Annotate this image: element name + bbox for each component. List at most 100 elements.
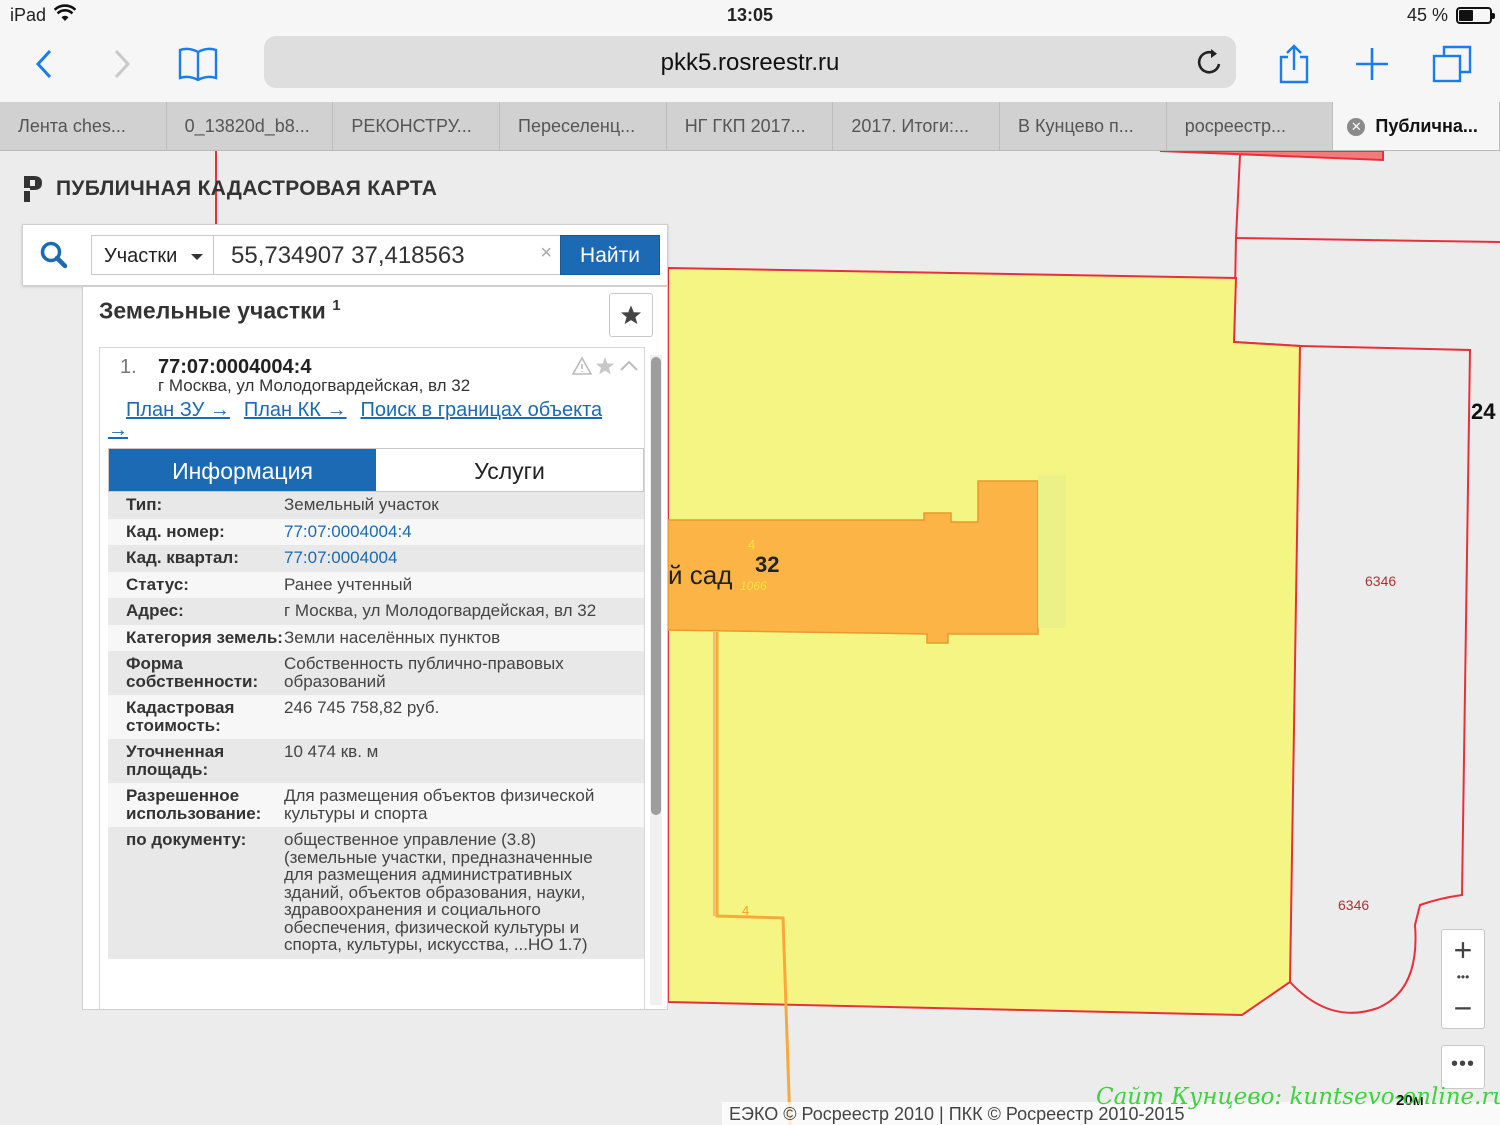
result-address: г Москва, ул Молодогвардейская, вл 32 [158,376,471,395]
tab-label: РЕКОНСТРУ... [351,116,472,136]
building-name-label: й сад [668,560,733,590]
tabs-button[interactable] [1426,38,1478,90]
info-value: Земельный участок [284,492,644,519]
tab-label: росреестр... [1184,116,1287,136]
tab-lenta[interactable]: Лента ches... [0,102,167,150]
info-key: Кад. квартал: [108,545,284,572]
search-icon[interactable] [39,240,69,270]
info-row: Уточненная площадь: 10 474 кв. м [108,739,644,783]
zoom-in-button[interactable]: + [1442,930,1484,970]
rosreestr-logo-icon [22,176,42,202]
info-key: по документу: [108,827,284,959]
info-key: Адрес: [108,598,284,625]
info-value[interactable]: 77:07:0004004:4 [284,518,644,545]
search-query: 55,734907 37,418563 [231,242,465,269]
tab-label: НГ ГКП 2017... [684,116,806,136]
info-key: Кадастровая стоимость: [108,695,284,739]
plan-zu-link[interactable]: План ЗУ → [126,399,230,421]
tab-ng-gkp[interactable]: НГ ГКП 2017... [667,102,834,150]
find-button[interactable]: Найти [560,235,660,275]
new-tab-button[interactable] [1346,38,1398,90]
back-button[interactable] [18,38,70,90]
star-icon[interactable] [594,356,616,376]
info-table: Тип: Земельный участок Кад. номер: 77:07:00… [108,492,644,959]
site-header: ПУБЛИЧНАЯ КАДАСТРОВАЯ КАРТА [22,174,437,204]
tab-bar: Лента ches... 0_13820d_b8... РЕКОНСТРУ..… [0,102,1500,151]
tab-services[interactable]: Услуги [376,449,643,491]
info-key: Кад. номер: [108,518,284,545]
forward-button[interactable] [96,38,148,90]
tab-label: Публична... [1375,116,1478,136]
tab-relocation[interactable]: Переселенц... [500,102,667,150]
info-row: Кад. квартал: 77:07:0004004 [108,545,644,572]
result-index: 1. [120,356,137,378]
site-title: ПУБЛИЧНАЯ КАДАСТРОВАЯ КАРТА [56,177,438,200]
parcel-label: 6346 [1365,573,1397,589]
result-actions [572,356,640,376]
info-key: Разрешенное использование: [108,783,284,827]
results-panel: Земельные участки 1 1. 77:07:0004004:4 г… [82,286,668,1010]
search-panel: Участки 55,734907 37,418563 × Найти [22,224,668,286]
info-key: Уточненная площадь: [108,739,284,783]
building-number-label: 32 [755,552,780,577]
info-row: Кад. номер: 77:07:0004004:4 [108,518,644,545]
reload-icon[interactable] [1194,46,1226,78]
share-button[interactable] [1268,38,1320,90]
clear-icon[interactable]: × [540,242,552,265]
tab-kuntsevo[interactable]: В Кунцево п... [1000,102,1167,150]
clock: 13:05 [726,5,774,25]
tab-reconstruction[interactable]: РЕКОНСТРУ... [333,102,501,150]
zoom-control: + ••• − [1441,929,1485,1029]
status-bar: iPad 13:05 45 % [0,0,1500,30]
small-code-label: 1066 [740,579,767,593]
result-tabs: Информация Услуги [108,448,644,492]
info-value: 246 745 758,82 руб. [284,695,644,739]
info-value: Собственность публично-правовых образова… [284,651,644,695]
close-tab-icon[interactable]: ✕ [1347,118,1366,136]
tab-image[interactable]: 0_13820d_b8... [167,102,334,150]
tab-rosreestr[interactable]: росреестр... [1167,102,1334,150]
search-type-value: Участки [104,245,178,267]
search-input[interactable]: 55,734907 37,418563 × [213,235,561,275]
more-button[interactable]: ••• [1441,1045,1485,1089]
zoom-level-dots: ••• [1456,970,1470,984]
plus-icon [1356,48,1388,80]
result-links: План ЗУ → План КК → Поиск в границах объек… [108,400,628,440]
info-key: Статус: [108,571,284,598]
search-type-select[interactable]: Участки [91,235,214,275]
info-value[interactable]: 77:07:0004004 [284,545,644,572]
favorites-button[interactable] [609,293,653,337]
site-watermark: Сайт Кунцево: kuntsevo-online.ru [1096,1084,1500,1110]
info-value: общественное управление (3.8) (земельные… [284,827,644,959]
panel-scrollbar[interactable] [650,355,662,1005]
edge-number-label: 24 [1471,399,1496,424]
warning-icon[interactable] [572,356,592,376]
scrollbar-thumb[interactable] [651,357,661,815]
tab-itogi[interactable]: 2017. Итоги:... [833,102,1001,150]
info-value: Для размещения объектов физической культ… [284,783,644,827]
tab-info[interactable]: Информация [109,449,376,491]
info-value: г Москва, ул Молодогвардейская, вл 32 [284,598,644,625]
result-card: 1. 77:07:0004004:4 г Москва, ул Молодогв… [99,347,645,1009]
info-key: Форма собственности: [108,651,284,695]
zoom-out-button[interactable]: − [1442,988,1484,1028]
info-row: Кадастровая стоимость: 246 745 758,82 руб… [108,695,644,739]
url-text: pkk5.rosreestr.ru [660,49,840,76]
chevron-up-icon[interactable] [618,356,640,376]
info-row: Форма собственности: Собственность публич… [108,651,644,695]
book-icon [178,47,218,82]
tab-label: 0_13820d_b8... [184,116,310,136]
tab-label: Переселенц... [518,116,636,136]
results-header: Земельные участки 1 [99,297,341,325]
info-value: Земли населённых пунктов [284,624,644,651]
results-count: 1 [332,297,341,314]
parcel-label: 6346 [1338,897,1370,913]
bookmarks-button[interactable] [172,38,224,90]
line-label: 4 [742,903,750,918]
tab-public-map[interactable]: ✕ Публична... [1333,102,1500,150]
chevron-right-icon [114,49,131,79]
plan-kk-link[interactable]: План КК → [244,399,347,421]
tab-label: Лента ches... [18,116,126,136]
address-bar[interactable]: pkk5.rosreestr.ru [264,36,1236,88]
info-key: Категория земель: [108,624,284,651]
